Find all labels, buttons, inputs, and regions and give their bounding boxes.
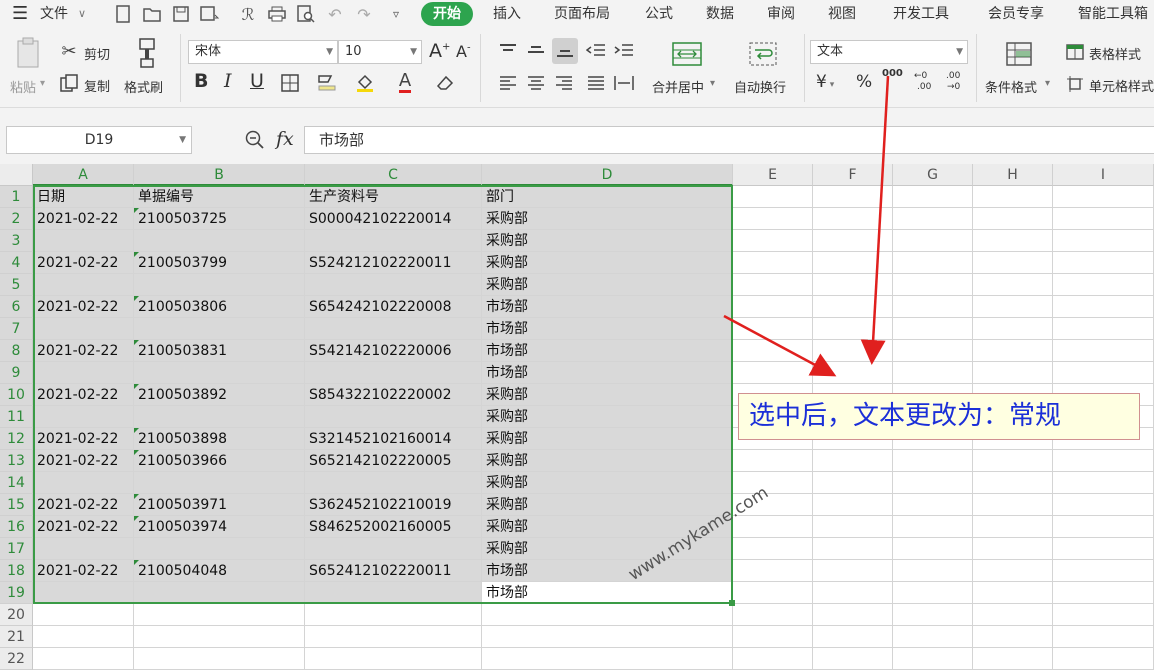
arrow-from-number-format xyxy=(860,75,890,365)
annotation-arrows xyxy=(723,75,890,377)
arrow-to-note xyxy=(723,314,837,377)
instruction-note: 选中后，文本更改为：常规 xyxy=(738,393,1140,440)
